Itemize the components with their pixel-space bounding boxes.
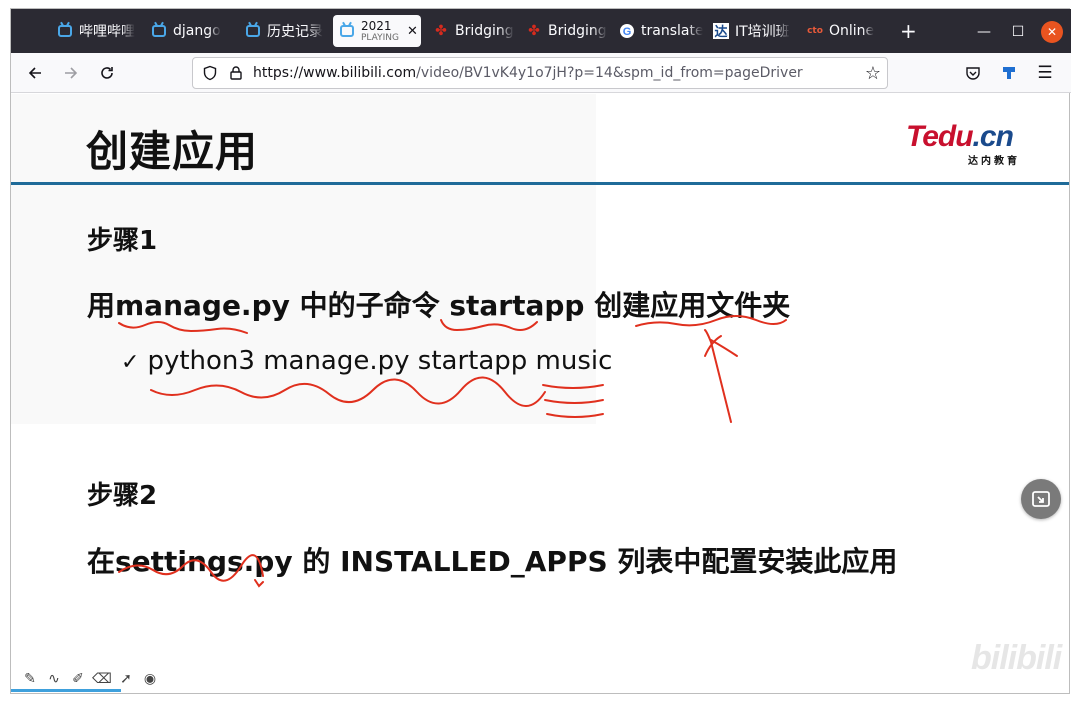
curve-icon[interactable]: ∿	[45, 670, 63, 688]
shield-icon[interactable]	[201, 65, 219, 81]
maple-leaf-icon: ✤	[435, 23, 447, 39]
picture-in-picture-button[interactable]	[1021, 479, 1061, 519]
extension-icon[interactable]	[997, 61, 1021, 85]
new-tab-button[interactable]: +	[900, 19, 917, 43]
cto-icon: cto	[807, 26, 823, 36]
record-icon[interactable]: ◉	[141, 670, 159, 688]
pointer-icon[interactable]: ➚	[117, 670, 135, 688]
bilibili-icon	[339, 23, 355, 39]
annotation-toolbar: ✎ ∿ ✐ ⌫ ➚ ◉	[21, 670, 159, 688]
back-arrow-icon[interactable]	[23, 61, 47, 85]
tab-django[interactable]: django	[151, 15, 235, 47]
tab-strip: 哔哩哔哩 django 历史记录 2021 PLAYING ✕ ✤ Bridgi…	[11, 9, 1071, 53]
navigation-bar: https://www.bilibili.com/video/BV1vK4y1o…	[11, 53, 1071, 93]
browser-window: 哔哩哔哩 django 历史记录 2021 PLAYING ✕ ✤ Bridgi…	[10, 8, 1071, 694]
bookmark-star-icon[interactable]: ☆	[865, 63, 881, 84]
menu-icon[interactable]: ☰	[1033, 61, 1057, 85]
tab-online[interactable]: cto Online	[807, 15, 887, 47]
tedu-icon: 达	[713, 23, 729, 39]
underline-music-3	[546, 413, 604, 418]
underline-startapp	[440, 319, 538, 332]
underline-music-1	[542, 384, 604, 389]
svg-text:G: G	[623, 26, 632, 38]
address-bar[interactable]: https://www.bilibili.com/video/BV1vK4y1o…	[192, 57, 888, 89]
bilibili-icon	[57, 23, 73, 39]
maple-leaf-icon: ✤	[528, 23, 540, 39]
underline-manage	[118, 321, 248, 334]
pocket-icon[interactable]	[961, 61, 985, 85]
highlighter-icon[interactable]: ✐	[69, 670, 87, 688]
close-window-icon[interactable]: ✕	[1041, 21, 1063, 43]
close-tab-icon[interactable]: ✕	[407, 24, 418, 39]
forward-arrow-icon[interactable]	[59, 61, 83, 85]
bilibili-watermark: bilibili	[971, 639, 1062, 677]
underline-settings	[118, 554, 264, 582]
minimize-icon[interactable]: —	[973, 21, 995, 43]
bilibili-icon	[151, 23, 167, 39]
tab-history[interactable]: 历史记录	[245, 15, 329, 47]
tick-mark	[254, 579, 264, 588]
pen-icon[interactable]: ✎	[21, 670, 39, 688]
tab-bridging-2[interactable]: ✤ Bridging	[526, 15, 610, 47]
underline-folder	[635, 315, 787, 327]
url-text: https://www.bilibili.com/video/BV1vK4y1o…	[253, 65, 803, 81]
lock-icon[interactable]	[227, 65, 245, 81]
google-icon: G	[619, 23, 635, 39]
pen-annotations	[118, 315, 787, 588]
underline-bullet	[150, 376, 546, 407]
video-player[interactable]: 创建应用 Tedu.cn 达内教育 步骤1 用manage.py 中的子命令 s…	[11, 94, 1069, 693]
tab-bilibili-home[interactable]: 哔哩哔哩	[57, 15, 137, 47]
underline-music-2	[544, 399, 604, 404]
maximize-icon[interactable]: ☐	[1007, 21, 1029, 43]
bilibili-icon	[245, 23, 261, 39]
eraser-icon[interactable]: ⌫	[92, 670, 112, 688]
tab-current-video[interactable]: 2021 PLAYING ✕	[333, 15, 421, 47]
tab-it-training[interactable]: 达 IT培训班	[713, 15, 797, 47]
video-progress-bar[interactable]	[11, 689, 121, 692]
playing-indicator: PLAYING	[361, 32, 399, 43]
reload-icon[interactable]	[95, 61, 119, 85]
svg-text:达: 达	[714, 24, 727, 39]
tab-bridging-1[interactable]: ✤ Bridging	[433, 15, 517, 47]
tab-translate[interactable]: G translate	[619, 15, 703, 47]
